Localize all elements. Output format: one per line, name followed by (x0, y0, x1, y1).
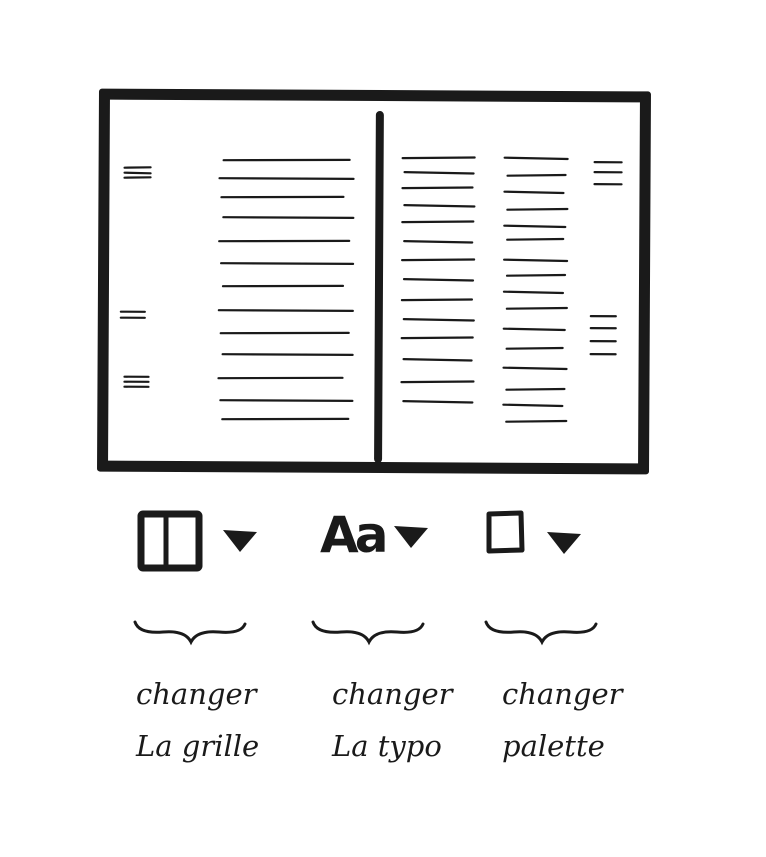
left-page-text-line (219, 262, 355, 265)
left-page-text-line (220, 195, 345, 199)
right-page-col2-line (503, 224, 567, 229)
book-grid-icon[interactable] (137, 510, 203, 572)
typo-icon[interactable]: Aa (320, 500, 388, 570)
right-page-col2-line (505, 273, 567, 277)
left-page-text-line (217, 309, 354, 312)
right-page-col2-line (506, 237, 565, 241)
left-page-text-line (218, 239, 351, 243)
right-page-col2-line (503, 190, 565, 195)
right-page-col2-line (505, 306, 568, 310)
typo-dropdown-icon[interactable] (391, 520, 431, 550)
right-page-col2-line (503, 156, 569, 161)
right-page-col1-line (402, 278, 475, 282)
caption-typo-line-2: La typo (332, 729, 442, 763)
right-page-col2-line (506, 207, 569, 211)
brace-palette-icon (484, 620, 598, 646)
left-page-text-line (221, 417, 350, 421)
right-page-col2-line (503, 258, 569, 263)
caption-grid: changer La grille (136, 668, 316, 772)
left-page-text-line (222, 158, 351, 162)
left-page-text-line (219, 399, 354, 402)
caption-typo: changer La typo (332, 668, 512, 772)
right-page-col1-line (402, 318, 475, 322)
right-page-col1-line (403, 204, 476, 208)
left-page-text-line (222, 216, 355, 219)
right-page-col1-line (402, 358, 473, 362)
left-page-text-line (221, 284, 345, 288)
caption-typo-line-1: changer (332, 677, 453, 711)
left-page-text-line (217, 376, 344, 380)
left-page-text-line (219, 331, 350, 335)
right-page-col1-line (400, 380, 475, 384)
left-page-text-line (221, 353, 354, 356)
brace-grid-icon (133, 620, 247, 646)
margin-note-line (123, 166, 152, 169)
left-page-text-line (218, 177, 355, 180)
right-page-col1-line (401, 220, 475, 224)
right-page-col1-line (402, 400, 474, 404)
margin-note-line (123, 171, 152, 175)
right-page-col2-line (502, 327, 566, 332)
right-page-col1-line (401, 186, 474, 190)
right-page-col1-line (400, 298, 474, 302)
toolbar: Aa (0, 500, 766, 590)
caption-grid-line-1: changer (136, 677, 257, 711)
caption-palette: changer palette (502, 668, 682, 772)
grid-dropdown-icon[interactable] (220, 524, 260, 554)
caption-palette-line-1: changer (502, 677, 623, 711)
square-swatch-icon[interactable] (483, 508, 527, 556)
caption-palette-line-2: palette (502, 729, 605, 763)
right-page-col2-line (502, 366, 568, 371)
right-page-col2-line (502, 290, 565, 295)
page-content-lines (119, 156, 623, 423)
book-spread-frame (97, 88, 651, 475)
right-page-col2-line (505, 387, 566, 391)
right-page-col2-line (505, 346, 564, 350)
right-page-col2-line (502, 403, 564, 408)
grid-tool[interactable] (130, 500, 270, 580)
typo-tool[interactable]: Aa (315, 500, 455, 580)
right-page-col1-line (401, 258, 476, 262)
palette-dropdown-icon[interactable] (544, 526, 584, 556)
right-page-col1-line (403, 240, 474, 244)
margin-note-line (123, 176, 152, 179)
right-page-col2-line (506, 173, 567, 177)
right-page-col1-line (401, 156, 476, 160)
right-page-col1-line (403, 171, 475, 175)
right-page-col2-line (505, 419, 568, 423)
caption-grid-line-2: La grille (136, 729, 260, 763)
palette-tool[interactable] (478, 500, 618, 580)
brace-typo-icon (311, 620, 425, 646)
right-page-col1-line (400, 336, 474, 340)
